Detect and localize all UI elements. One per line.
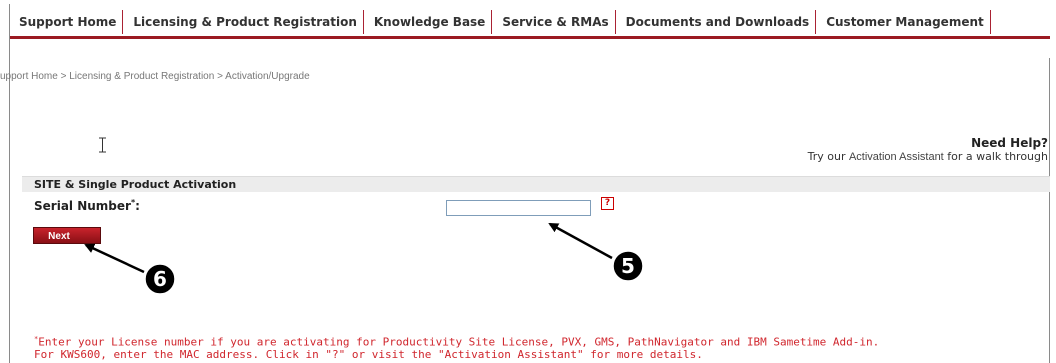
callout-badge-5: 5 bbox=[612, 250, 644, 282]
callout-badge-6: 6 bbox=[144, 263, 176, 295]
callout-number-5: 5 bbox=[621, 254, 635, 278]
footnote-line-1: *Enter your License number if you are ac… bbox=[34, 333, 879, 349]
footnote-line-2: For KWS600, enter the MAC address. Click… bbox=[34, 347, 703, 361]
callout-arrow-next bbox=[84, 243, 145, 274]
callout-overlay: 5 6 bbox=[84, 222, 644, 295]
callout-number-6: 6 bbox=[153, 267, 167, 291]
footnote-text-1: Enter your License number if you are act… bbox=[38, 335, 880, 349]
footnote: *Enter your License number if you are ac… bbox=[34, 333, 879, 361]
callout-arrow-input bbox=[548, 222, 613, 260]
